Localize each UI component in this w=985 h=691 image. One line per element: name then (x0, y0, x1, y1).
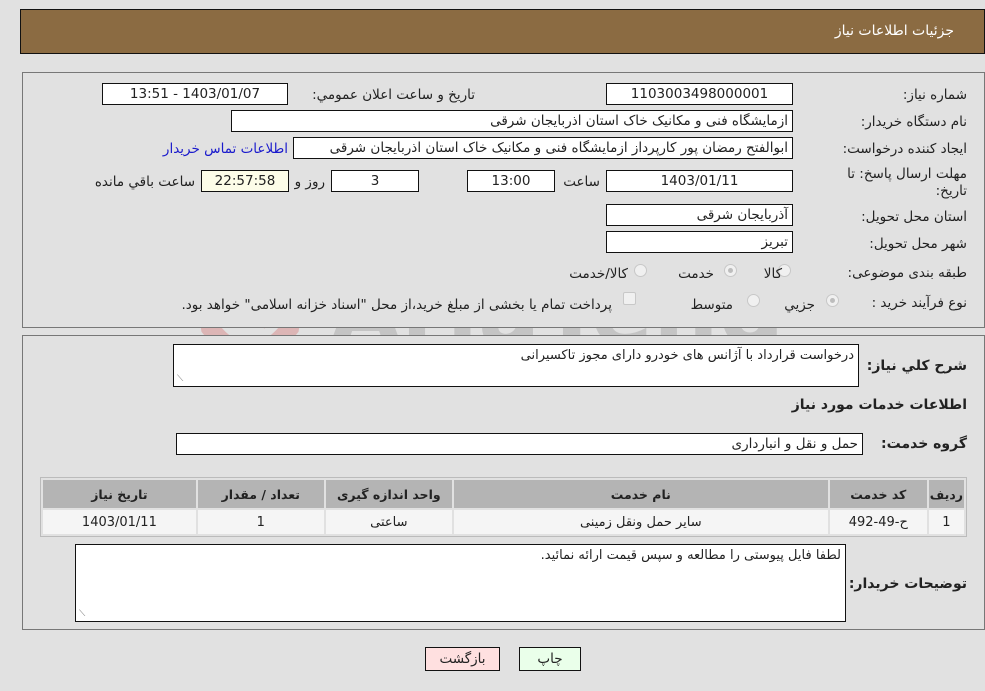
process-option-minor: جزيي (784, 297, 815, 313)
summary-label: شرح کلي نیاز: (866, 358, 967, 374)
cell-row-number: 1 (928, 510, 964, 534)
category-label: طبقه بندی موضوعی: (847, 265, 967, 281)
time-label: ساعت (563, 174, 600, 190)
buyer-contact-link[interactable]: اطلاعات تماس خریدار (163, 141, 288, 157)
service-group-field: حمل و نقل و انبارداری (176, 433, 863, 455)
province-field: آذربایجان شرقی (606, 204, 793, 226)
category-option-goods: کالا (763, 266, 782, 282)
remaining-time-field: 22:57:58 (201, 170, 289, 192)
page-title: جزئیات اطلاعات نیاز (834, 23, 954, 39)
province-label: استان محل تحویل: (861, 209, 967, 225)
treasury-note: پرداخت تمام یا بخشی از مبلغ خرید،از محل … (181, 297, 612, 313)
deadline-label-2: تاریخ: (935, 183, 967, 199)
back-button[interactable]: بازگشت (425, 647, 500, 671)
deadline-date-field: 1403/01/11 (606, 170, 793, 192)
cell-unit: ساعتی (325, 510, 452, 534)
table-header-row: ردیف کد خدمت نام خدمت واحد اندازه گیری ت… (43, 480, 964, 508)
need-number-field: 1103003498000001 (606, 83, 793, 105)
page-header: جزئیات اطلاعات نیاز (20, 9, 985, 54)
treasury-checkbox[interactable] (623, 292, 636, 305)
resize-grip-icon[interactable]: ⟋ (79, 609, 85, 619)
summary-textarea[interactable]: درخواست قرارداد با آژانس های خودرو دارای… (173, 344, 859, 387)
cell-need-date: 1403/01/11 (43, 510, 196, 534)
days-label: روز و (294, 174, 325, 190)
days-field: 3 (331, 170, 419, 192)
remaining-label: ساعت باقي مانده (94, 174, 195, 190)
process-radio-minor[interactable] (826, 294, 839, 307)
services-heading: اطلاعات خدمات مورد نیاز (791, 397, 967, 413)
buyer-notes-label: توضیحات خریدار: (848, 576, 967, 592)
category-radio-goods-service[interactable] (634, 264, 647, 277)
process-label: نوع فرآیند خرید : (871, 295, 967, 311)
creator-label: ایجاد کننده درخواست: (842, 141, 967, 157)
col-need-date: تاریخ نیاز (43, 480, 196, 508)
need-number-label: شماره نیاز: (902, 87, 967, 103)
col-service-name: نام خدمت (453, 480, 828, 508)
category-option-service: خدمت (678, 266, 714, 282)
print-button[interactable]: چاپ (519, 647, 581, 671)
process-option-medium: متوسط (690, 297, 733, 313)
services-table: ردیف کد خدمت نام خدمت واحد اندازه گیری ت… (40, 477, 967, 537)
process-radio-medium[interactable] (747, 294, 760, 307)
deadline-time-field: 13:00 (467, 170, 555, 192)
buyer-org-label: نام دستگاه خریدار: (860, 114, 967, 130)
buyer-notes-text: لطفا فایل پیوستی را مطالعه و سپس قیمت ار… (540, 548, 841, 563)
city-label: شهر محل تحویل: (869, 236, 967, 252)
buyer-notes-textarea[interactable]: لطفا فایل پیوستی را مطالعه و سپس قیمت ار… (75, 544, 846, 622)
city-field: تبریز (606, 231, 793, 253)
announce-field: 1403/01/07 - 13:51 (102, 83, 288, 105)
cell-service-code: ح-49-492 (829, 510, 927, 534)
col-row-number: ردیف (928, 480, 964, 508)
summary-text: درخواست قرارداد با آژانس های خودرو دارای… (520, 348, 854, 363)
category-radio-service[interactable] (724, 264, 737, 277)
category-option-goods-service: کالا/خدمت (569, 266, 628, 282)
deadline-label: مهلت ارسال پاسخ: تا (847, 166, 967, 182)
col-unit: واحد اندازه گیری (325, 480, 452, 508)
cell-service-name: سایر حمل ونقل زمینی (453, 510, 828, 534)
table-row: 1 ح-49-492 سایر حمل ونقل زمینی ساعتی 1 1… (43, 510, 964, 534)
cell-quantity: 1 (197, 510, 324, 534)
announce-label: تاریخ و ساعت اعلان عمومي: (312, 87, 475, 103)
creator-field: ابوالفتح رمضان پور کارپرداز ازمایشگاه فن… (293, 137, 793, 159)
service-group-label: گروه خدمت: (881, 436, 967, 452)
col-quantity: تعداد / مقدار (197, 480, 324, 508)
col-service-code: کد خدمت (829, 480, 927, 508)
buyer-org-field: ازمایشگاه فنی و مکانیک خاک استان اذربایج… (231, 110, 793, 132)
resize-grip-icon[interactable]: ⟋ (177, 374, 183, 384)
